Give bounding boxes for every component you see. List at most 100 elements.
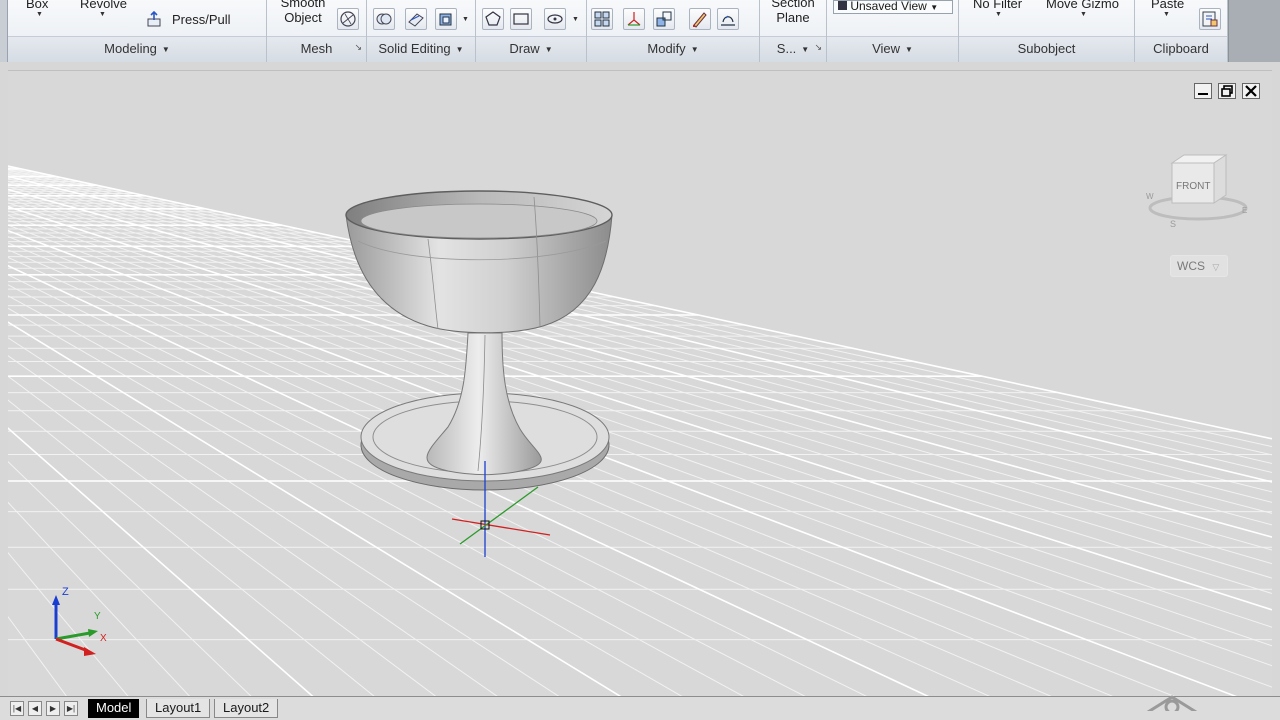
panel-title-modeling[interactable]: Modeling ▼: [8, 36, 266, 62]
shell-icon[interactable]: [435, 8, 457, 30]
paste-button[interactable]: Paste: [1151, 0, 1184, 11]
panel-subobject: No Filter ▼ Move Gizmo ▼ Subobject: [959, 0, 1135, 62]
3d-scene[interactable]: Z Y X FRONT S W E: [8, 71, 1272, 696]
section-plane-label-1[interactable]: Section: [764, 0, 822, 10]
panel-title-solid-editing[interactable]: Solid Editing ▼: [367, 36, 475, 62]
panel-draw: ▼ Draw ▼: [476, 0, 587, 62]
named-view-dropdown[interactable]: Unsaved View ▼: [833, 0, 953, 14]
tab-model[interactable]: Model: [88, 699, 140, 718]
panel-title-view[interactable]: View ▼: [827, 36, 958, 62]
section-plane-label-2[interactable]: Plane: [764, 10, 822, 25]
compass-w-label[interactable]: W: [1146, 192, 1154, 201]
goblet-solid[interactable]: [345, 190, 613, 491]
press-pull-button[interactable]: Press/Pull: [172, 12, 231, 27]
move-gizmo-dropdown-arrow[interactable]: ▼: [1080, 11, 1087, 18]
tab-layout1[interactable]: Layout1: [146, 699, 211, 718]
panel-title-draw[interactable]: Draw ▼: [476, 36, 586, 62]
no-filter-dropdown-arrow[interactable]: ▼: [995, 11, 1002, 18]
no-filter-button[interactable]: No Filter: [973, 0, 1022, 11]
wcs-label: WCS: [1177, 259, 1205, 273]
layout-tab-bar: |◀ ◀ ▶ ▶| Model Layout1 Layout2: [0, 695, 1280, 720]
3d-array-icon[interactable]: [591, 8, 613, 30]
grid: [8, 165, 1272, 696]
panel-title-mesh[interactable]: Mesh ↘: [267, 36, 366, 62]
named-view-value: Unsaved View: [850, 0, 927, 13]
panel-title-label: View: [872, 41, 901, 56]
panel-title-label: Mesh: [300, 41, 333, 56]
viewport-close-button[interactable]: [1242, 83, 1260, 99]
chevron-down-icon: ▼: [905, 45, 913, 54]
smooth-object-label-2[interactable]: Object: [279, 10, 327, 25]
match-properties-icon[interactable]: [1199, 8, 1221, 30]
ucs-z-label: Z: [62, 586, 69, 598]
ribbon-right-edge: [1228, 0, 1280, 62]
panel-section: Section Plane S... ▼ ↘: [760, 0, 827, 62]
panel-title-label: Clipboard: [1153, 41, 1209, 56]
last-tab-icon[interactable]: ▶|: [64, 701, 78, 716]
panel-title-label: S...: [776, 41, 797, 56]
union-icon[interactable]: [373, 8, 395, 30]
viewcube[interactable]: FRONT S W E: [1146, 154, 1248, 229]
panel-clipboard: Paste ▼ Clipboard: [1135, 0, 1228, 62]
rectangle-icon[interactable]: [510, 8, 532, 30]
panel-title-clipboard[interactable]: Clipboard: [1135, 36, 1227, 62]
viewcube-front-label: FRONT: [1176, 181, 1210, 192]
hatch-icon[interactable]: [717, 8, 739, 30]
viewport-minimize-button[interactable]: [1194, 83, 1212, 99]
ucs-x-label: X: [100, 633, 107, 644]
3d-mirror-icon[interactable]: [653, 8, 675, 30]
watermark-logo-icon: [1146, 695, 1198, 711]
polygon-icon[interactable]: [482, 8, 504, 30]
panel-title-modify[interactable]: Modify ▼: [587, 36, 759, 62]
ucs-icon: Z Y X: [52, 586, 107, 656]
panel-title-label: Modify: [647, 41, 686, 56]
panel-solid-editing: ▼ Solid Editing ▼: [367, 0, 476, 62]
revolve-dropdown-arrow[interactable]: ▼: [99, 11, 106, 18]
paste-dropdown-arrow[interactable]: ▼: [1163, 11, 1170, 18]
panel-title-label: Modeling: [104, 41, 157, 56]
panel-title-label: Solid Editing: [378, 41, 451, 56]
box-dropdown-arrow[interactable]: ▼: [36, 11, 43, 18]
compass-s-label[interactable]: S: [1170, 219, 1176, 229]
next-tab-icon[interactable]: ▶: [46, 701, 60, 716]
chevron-down-icon: ▼: [930, 3, 939, 12]
move-gizmo-button[interactable]: Move Gizmo: [1046, 0, 1119, 11]
dialog-launcher-icon[interactable]: ↘: [354, 35, 362, 59]
grid-major-lines: [8, 165, 1272, 696]
press-pull-icon: [146, 10, 164, 31]
ellipse-icon[interactable]: [544, 8, 566, 30]
tab-layout2[interactable]: Layout2: [214, 699, 279, 718]
box-button[interactable]: Box: [26, 0, 48, 11]
compass-e-label[interactable]: E: [1242, 206, 1247, 215]
revolve-button[interactable]: Revolve: [80, 0, 127, 11]
ribbon-left-edge: [0, 0, 8, 62]
goblet-inner-floor: [360, 203, 598, 239]
chevron-down-icon: ▼: [801, 45, 810, 54]
chevron-down-icon: ▼: [544, 45, 553, 54]
prev-tab-icon[interactable]: ◀: [28, 701, 42, 716]
mesh-smooth-icon[interactable]: [337, 8, 359, 30]
panel-modeling: Box ▼ Revolve ▼ Press/Pull Modeling ▼: [8, 0, 267, 62]
first-tab-icon[interactable]: |◀: [10, 701, 24, 716]
view-icon: [838, 1, 847, 10]
chevron-down-icon: ▼: [455, 45, 464, 54]
viewcube-right-face[interactable]: [1213, 154, 1227, 204]
smooth-object-label-1[interactable]: Smooth: [279, 0, 327, 10]
wcs-dropdown[interactable]: WCS ▽: [1170, 255, 1228, 277]
drawing-viewport[interactable]: Z Y X FRONT S W E WCS ▽: [8, 70, 1272, 696]
solid-editing-dropdown-arrow[interactable]: ▼: [462, 16, 469, 23]
ucs-y-label: Y: [94, 611, 101, 622]
panel-modify: Modify ▼: [587, 0, 760, 62]
ellipse-dropdown-arrow[interactable]: ▼: [572, 16, 579, 23]
panel-title-label: Subobject: [1017, 41, 1076, 56]
panel-title-section[interactable]: S... ▼ ↘: [760, 36, 826, 62]
ribbon: Box ▼ Revolve ▼ Press/Pull Modeling ▼ Smo…: [0, 0, 1280, 62]
panel-title-subobject[interactable]: Subobject: [959, 36, 1134, 62]
slice-icon[interactable]: [405, 8, 427, 30]
dialog-launcher-icon[interactable]: ↘: [814, 35, 822, 59]
edit-pen-icon[interactable]: [689, 8, 711, 30]
3d-align-icon[interactable]: [623, 8, 645, 30]
panel-view: Unsaved View ▼ View ▼: [827, 0, 959, 62]
viewport-restore-button[interactable]: [1218, 83, 1236, 99]
chevron-down-icon: ▽: [1212, 262, 1220, 272]
